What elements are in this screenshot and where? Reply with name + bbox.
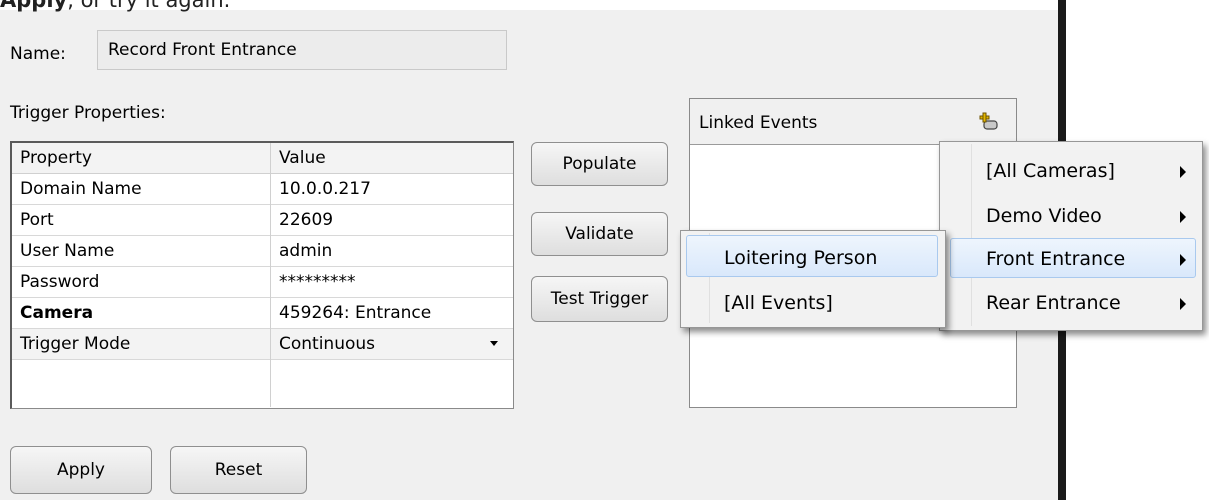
chevron-right-icon	[1180, 298, 1186, 310]
reset-button[interactable]: Reset	[170, 446, 307, 494]
table-row[interactable]: User Name admin	[12, 236, 513, 267]
chevron-down-icon[interactable]	[490, 341, 498, 346]
property-column-header: Property	[20, 148, 92, 168]
property-grid[interactable]: Property Value Domain Name 10.0.0.217 Po…	[10, 141, 514, 409]
apply-button[interactable]: Apply	[10, 446, 152, 494]
property-name: Port	[20, 210, 54, 230]
populate-button[interactable]: Populate	[531, 142, 668, 186]
linked-events-header: Linked Events	[690, 99, 1016, 145]
table-row[interactable]: Domain Name 10.0.0.217	[12, 174, 513, 205]
property-value[interactable]: Continuous	[279, 334, 375, 354]
name-field[interactable]: Record Front Entrance	[97, 30, 507, 70]
add-link-icon[interactable]	[978, 111, 1000, 131]
name-label: Name:	[10, 44, 66, 64]
menu-item-loitering-person[interactable]: Loitering Person	[724, 247, 877, 269]
property-value[interactable]: admin	[279, 241, 332, 261]
menu-item-all-events[interactable]: [All Events]	[724, 292, 833, 314]
test-trigger-button[interactable]: Test Trigger	[531, 276, 668, 322]
menu-item-demo-video[interactable]: Demo Video	[986, 205, 1102, 227]
menu-item-all-cameras[interactable]: [All Cameras]	[986, 160, 1115, 182]
value-column-header: Value	[279, 148, 326, 168]
property-value[interactable]: 22609	[279, 210, 333, 230]
camera-menu: [All Cameras] Demo Video Front Entrance …	[939, 141, 1203, 331]
grid-header: Property Value	[12, 143, 513, 174]
table-row[interactable]: Camera 459264: Entrance	[12, 298, 513, 329]
table-row[interactable]: Trigger Mode Continuous	[12, 329, 513, 360]
chevron-right-icon	[1180, 211, 1186, 223]
property-value[interactable]: 10.0.0.217	[279, 179, 371, 199]
property-name: Camera	[20, 303, 94, 323]
property-name: Domain Name	[20, 179, 142, 199]
menu-item-rear-entrance[interactable]: Rear Entrance	[986, 292, 1121, 314]
chevron-right-icon	[1180, 166, 1186, 178]
property-value[interactable]: *********	[279, 272, 356, 292]
column-divider	[270, 143, 271, 407]
linked-events-title: Linked Events	[699, 113, 818, 133]
table-row	[12, 360, 513, 389]
property-name: Password	[20, 272, 100, 292]
validate-button[interactable]: Validate	[531, 212, 668, 256]
instruction-text: Apply, or try it again.	[0, 0, 231, 12]
trigger-properties-label: Trigger Properties:	[10, 103, 166, 123]
table-row[interactable]: Port 22609	[12, 205, 513, 236]
chevron-right-icon	[1180, 254, 1186, 266]
property-value[interactable]: 459264: Entrance	[279, 303, 431, 323]
table-row[interactable]: Password *********	[12, 267, 513, 298]
property-name: User Name	[20, 241, 115, 261]
menu-item-front-entrance[interactable]: Front Entrance	[986, 248, 1125, 270]
event-menu: Loitering Person [All Events]	[680, 230, 946, 328]
property-name: Trigger Mode	[20, 334, 131, 354]
